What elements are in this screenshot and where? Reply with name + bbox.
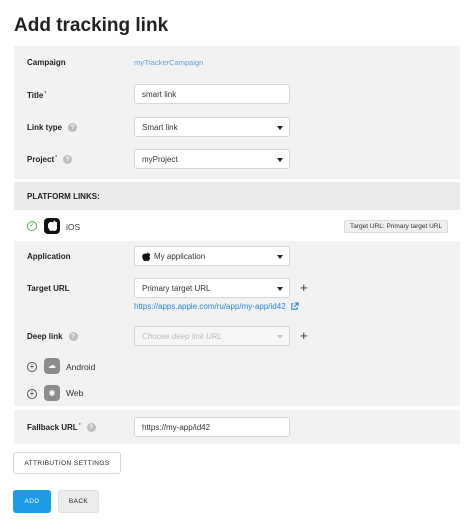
- external-link-icon[interactable]: [290, 302, 299, 311]
- globe-icon: ◉: [44, 385, 60, 401]
- target-url-select[interactable]: Primary target URL: [134, 278, 290, 298]
- store-url-link[interactable]: https://apps.apple.com/ru/app/my-app/id4…: [134, 302, 299, 311]
- add-button[interactable]: ADD: [13, 490, 51, 513]
- help-icon[interactable]: ?: [68, 332, 78, 342]
- platform-links-heading: PLATFORM LINKS:: [27, 192, 100, 201]
- link-type-label: Link type?: [27, 123, 78, 133]
- help-icon[interactable]: ?: [68, 123, 78, 133]
- android-icon: ☁: [44, 358, 60, 374]
- required-mark: *: [55, 155, 58, 161]
- add-deep-link-button[interactable]: +: [300, 329, 308, 342]
- application-label: Application: [27, 252, 71, 261]
- link-type-select[interactable]: Smart link: [134, 117, 290, 137]
- required-mark: *: [44, 91, 47, 97]
- project-label: Project*?: [27, 155, 73, 165]
- store-url-text: https://apps.apple.com/ru/app/my-app/id4…: [134, 302, 286, 311]
- add-target-url-button[interactable]: +: [300, 281, 308, 294]
- title-label: Title*: [27, 91, 47, 100]
- fallback-url-label: Fallback URL*?: [27, 423, 96, 433]
- deep-link-select[interactable]: Choose deep link URL: [134, 326, 290, 346]
- android-label: Android: [66, 362, 96, 372]
- help-icon[interactable]: ?: [63, 155, 73, 165]
- web-label: Web: [66, 388, 84, 398]
- back-button[interactable]: BACK: [58, 490, 99, 513]
- apple-icon: [142, 251, 150, 261]
- campaign-value[interactable]: myTrackerCampaign: [134, 58, 203, 67]
- project-select[interactable]: myProject: [134, 149, 290, 169]
- required-mark: *: [78, 423, 81, 429]
- deep-link-label: Deep link?: [27, 332, 78, 342]
- attribution-settings-button[interactable]: ATTRIBUTION SETTINGS: [13, 452, 121, 474]
- fallback-url-input[interactable]: https://my-app/id42: [134, 417, 290, 437]
- target-url-label: Target URL: [27, 284, 70, 293]
- target-url-tag: Target URL: Primary target URL: [344, 220, 449, 233]
- page-title: Add tracking link: [14, 15, 169, 36]
- ios-label: iOS: [66, 222, 81, 232]
- check-icon: ✓: [27, 221, 37, 231]
- campaign-label: Campaign: [27, 58, 66, 67]
- title-input[interactable]: smart link: [134, 84, 290, 104]
- help-icon[interactable]: ?: [86, 423, 96, 433]
- apple-icon: [44, 218, 60, 234]
- expand-web-icon[interactable]: +: [27, 389, 37, 399]
- application-value: My application: [154, 251, 206, 261]
- application-select[interactable]: My application: [134, 246, 290, 266]
- expand-android-icon[interactable]: +: [27, 362, 37, 372]
